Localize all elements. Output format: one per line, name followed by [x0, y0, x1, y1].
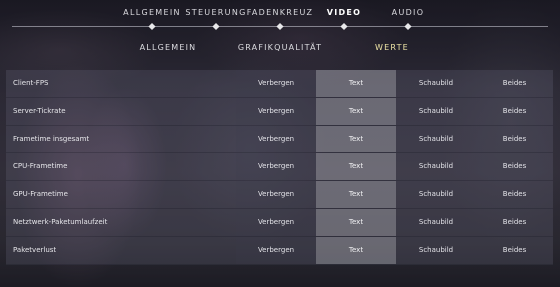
setting-label: Paketverlust	[13, 245, 57, 254]
subtab-werte[interactable]: WERTE	[375, 43, 409, 52]
setting-row-frametime-insgesamt: Frametime insgesamt Verbergen Text Schau…	[6, 125, 553, 154]
option-beides[interactable]: Beides	[476, 70, 553, 97]
setting-label: Client-FPS	[13, 79, 49, 87]
option-schaubild[interactable]: Schaubild	[396, 70, 476, 97]
option-schaubild[interactable]: Schaubild	[396, 237, 476, 264]
stats-settings-table: Client-FPS Verbergen Text Schaubild Beid…	[6, 70, 553, 265]
option-verbergen[interactable]: Verbergen	[236, 181, 316, 208]
option-verbergen[interactable]: Verbergen	[236, 208, 316, 236]
option-beides[interactable]: Beides	[476, 181, 553, 208]
option-text[interactable]: Text	[316, 70, 396, 97]
option-verbergen[interactable]: Verbergen	[236, 236, 316, 264]
setting-label: Frametime insgesamt	[13, 134, 90, 143]
setting-row-netzwerk-paketumlaufzeit: Netztwerk-Paketumlaufzeit Verbergen Text…	[6, 208, 553, 237]
option-text[interactable]: Text	[316, 208, 396, 236]
option-text[interactable]: Text	[316, 236, 396, 264]
subtab-allgemein[interactable]: ALLGEMEIN	[140, 43, 197, 52]
tab-steuerung[interactable]: STEUERUNG	[185, 8, 246, 17]
option-beides[interactable]: Beides	[476, 98, 553, 125]
tab-audio[interactable]: AUDIO	[392, 8, 425, 17]
option-text[interactable]: Text	[316, 181, 396, 208]
setting-label: GPU-Frametime	[13, 190, 68, 199]
option-verbergen[interactable]: Verbergen	[236, 125, 316, 153]
option-verbergen[interactable]: Verbergen	[236, 70, 316, 97]
option-verbergen[interactable]: Verbergen	[236, 97, 316, 125]
tab-marker-icon	[340, 22, 348, 31]
setting-row-server-tickrate: Server-Tickrate Verbergen Text Schaubild…	[6, 97, 553, 126]
setting-row-cpu-frametime: CPU-Frametime Verbergen Text Schaubild B…	[6, 153, 553, 182]
option-schaubild[interactable]: Schaubild	[396, 153, 476, 180]
option-text[interactable]: Text	[316, 97, 396, 125]
top-navigation: ALLGEMEIN STEUERUNG FADENKREUZ VIDEO AUD…	[0, 0, 560, 32]
tab-marker-icon	[212, 22, 220, 31]
option-schaubild[interactable]: Schaubild	[396, 98, 476, 125]
setting-row-paketverlust: Paketverlust Verbergen Text Schaubild Be…	[6, 236, 553, 265]
tab-marker-icon	[404, 22, 412, 31]
option-schaubild[interactable]: Schaubild	[396, 209, 476, 236]
option-schaubild[interactable]: Schaubild	[396, 126, 476, 153]
option-beides[interactable]: Beides	[476, 209, 553, 236]
option-verbergen[interactable]: Verbergen	[236, 153, 316, 181]
setting-row-gpu-frametime: GPU-Frametime Verbergen Text Schaubild B…	[6, 181, 553, 209]
option-text[interactable]: Text	[316, 153, 396, 181]
setting-label: CPU-Frametime	[13, 162, 68, 171]
tab-marker-icon	[148, 22, 156, 31]
option-beides[interactable]: Beides	[476, 126, 553, 153]
option-beides[interactable]: Beides	[476, 237, 553, 264]
option-text[interactable]: Text	[316, 125, 396, 153]
tab-allgemein[interactable]: ALLGEMEIN	[123, 8, 181, 17]
setting-label: Netztwerk-Paketumlaufzeit	[13, 217, 108, 226]
subtab-grafikqualitaet[interactable]: GRAFIKQUALITÄT	[238, 43, 322, 52]
tab-marker-icon	[276, 22, 284, 31]
option-beides[interactable]: Beides	[476, 153, 553, 180]
setting-row-client-fps: Client-FPS Verbergen Text Schaubild Beid…	[6, 70, 553, 98]
tab-video[interactable]: VIDEO	[327, 8, 362, 17]
option-schaubild[interactable]: Schaubild	[396, 181, 476, 208]
tab-fadenkreuz[interactable]: FADENKREUZ	[247, 8, 314, 17]
setting-label: Server-Tickrate	[13, 106, 66, 115]
